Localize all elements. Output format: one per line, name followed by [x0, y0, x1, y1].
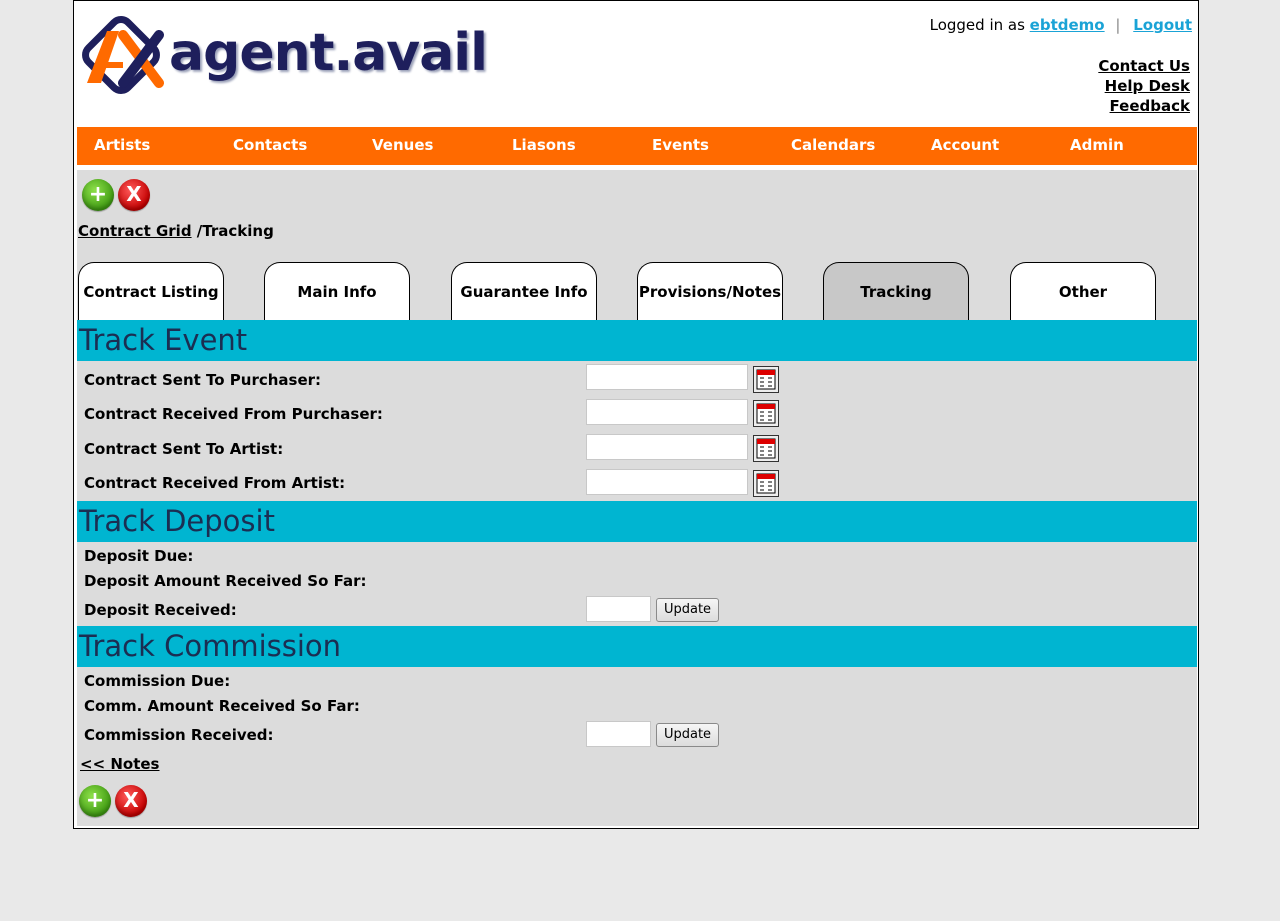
nav-admin[interactable]: Admin: [1070, 127, 1124, 165]
ax-logo-icon: [82, 16, 164, 94]
page-frame: agent.avail Logged in as ebtdemo | Logou…: [73, 0, 1199, 829]
contract-sent-to-artist-input[interactable]: [586, 434, 748, 460]
user-status: Logged in as ebtdemo | Logout: [930, 16, 1192, 34]
track-deposit-header: Track Deposit: [77, 501, 1197, 542]
contract-received-from-artist-input[interactable]: [586, 469, 748, 495]
logged-in-label: Logged in as: [929, 16, 1025, 34]
nav-events[interactable]: Events: [652, 127, 709, 165]
add-icon: +: [88, 182, 108, 207]
commission-received-label: Commission Received:: [84, 726, 274, 744]
brand-name: agent.avail: [169, 23, 488, 83]
tab-other[interactable]: Other: [1010, 262, 1156, 321]
deposit-due-label: Deposit Due:: [84, 547, 194, 565]
breadcrumb: Contract Grid /Tracking: [78, 222, 274, 240]
track-commission-title: Track Commission: [79, 629, 342, 663]
tab-guarantee-info[interactable]: Guarantee Info: [451, 262, 597, 321]
commission-received-input[interactable]: [586, 721, 651, 747]
contract-received-from-purchaser-label: Contract Received From Purchaser:: [84, 405, 383, 423]
contract-sent-to-purchaser-label: Contract Sent To Purchaser:: [84, 371, 322, 389]
add-button[interactable]: +: [82, 179, 114, 211]
delete-icon: X: [123, 788, 139, 812]
contract-received-from-artist-label: Contract Received From Artist:: [84, 474, 346, 492]
tab-provisions-notes[interactable]: Provisions/Notes: [637, 262, 783, 321]
deposit-received-input[interactable]: [586, 596, 651, 622]
logout-link[interactable]: Logout: [1133, 16, 1192, 34]
notes-link[interactable]: << Notes: [80, 755, 160, 773]
delete-button[interactable]: X: [118, 179, 150, 211]
tab-contract-listing[interactable]: Contract Listing: [78, 262, 224, 321]
calendar-icon[interactable]: [753, 400, 779, 427]
track-event-title: Track Event: [79, 323, 248, 357]
feedback-link[interactable]: Feedback: [1110, 97, 1190, 115]
calendar-icon[interactable]: [753, 470, 779, 497]
breadcrumb-contract-grid[interactable]: Contract Grid: [78, 222, 192, 240]
nav-venues[interactable]: Venues: [372, 127, 433, 165]
help-desk-link[interactable]: Help Desk: [1105, 77, 1190, 95]
commission-received-so-far-label: Comm. Amount Received So Far:: [84, 697, 360, 715]
deposit-update-button[interactable]: Update: [656, 598, 719, 622]
contract-received-from-purchaser-input[interactable]: [586, 399, 748, 425]
nav-calendars[interactable]: Calendars: [791, 127, 875, 165]
breadcrumb-current: /Tracking: [196, 222, 274, 240]
contract-sent-to-purchaser-input[interactable]: [586, 364, 748, 390]
username-link[interactable]: ebtdemo: [1030, 16, 1105, 34]
nav-contacts[interactable]: Contacts: [233, 127, 307, 165]
nav-account[interactable]: Account: [931, 127, 999, 165]
delete-icon: X: [126, 182, 142, 206]
deposit-received-label: Deposit Received:: [84, 601, 237, 619]
commission-update-button[interactable]: Update: [656, 723, 719, 747]
separator: |: [1115, 16, 1121, 34]
calendar-icon[interactable]: [753, 435, 779, 462]
tab-tracking[interactable]: Tracking: [823, 262, 969, 321]
deposit-received-so-far-label: Deposit Amount Received So Far:: [84, 572, 367, 590]
add-icon: +: [85, 788, 105, 813]
main-nav: Artists Contacts Venues Liasons Events C…: [77, 127, 1197, 165]
add-button-bottom[interactable]: +: [79, 785, 111, 817]
commission-due-label: Commission Due:: [84, 672, 231, 690]
calendar-icon[interactable]: [753, 366, 779, 393]
main-content: + X Contract Grid /Tracking Contract Lis…: [77, 170, 1197, 826]
contract-sent-to-artist-label: Contract Sent To Artist:: [84, 440, 284, 458]
contact-us-link[interactable]: Contact Us: [1098, 57, 1190, 75]
nav-artists[interactable]: Artists: [94, 127, 150, 165]
nav-liasons[interactable]: Liasons: [512, 127, 576, 165]
tab-main-info[interactable]: Main Info: [264, 262, 410, 321]
track-deposit-title: Track Deposit: [79, 504, 275, 538]
track-commission-header: Track Commission: [77, 626, 1197, 667]
delete-button-bottom[interactable]: X: [115, 785, 147, 817]
track-event-header: Track Event: [77, 320, 1197, 361]
